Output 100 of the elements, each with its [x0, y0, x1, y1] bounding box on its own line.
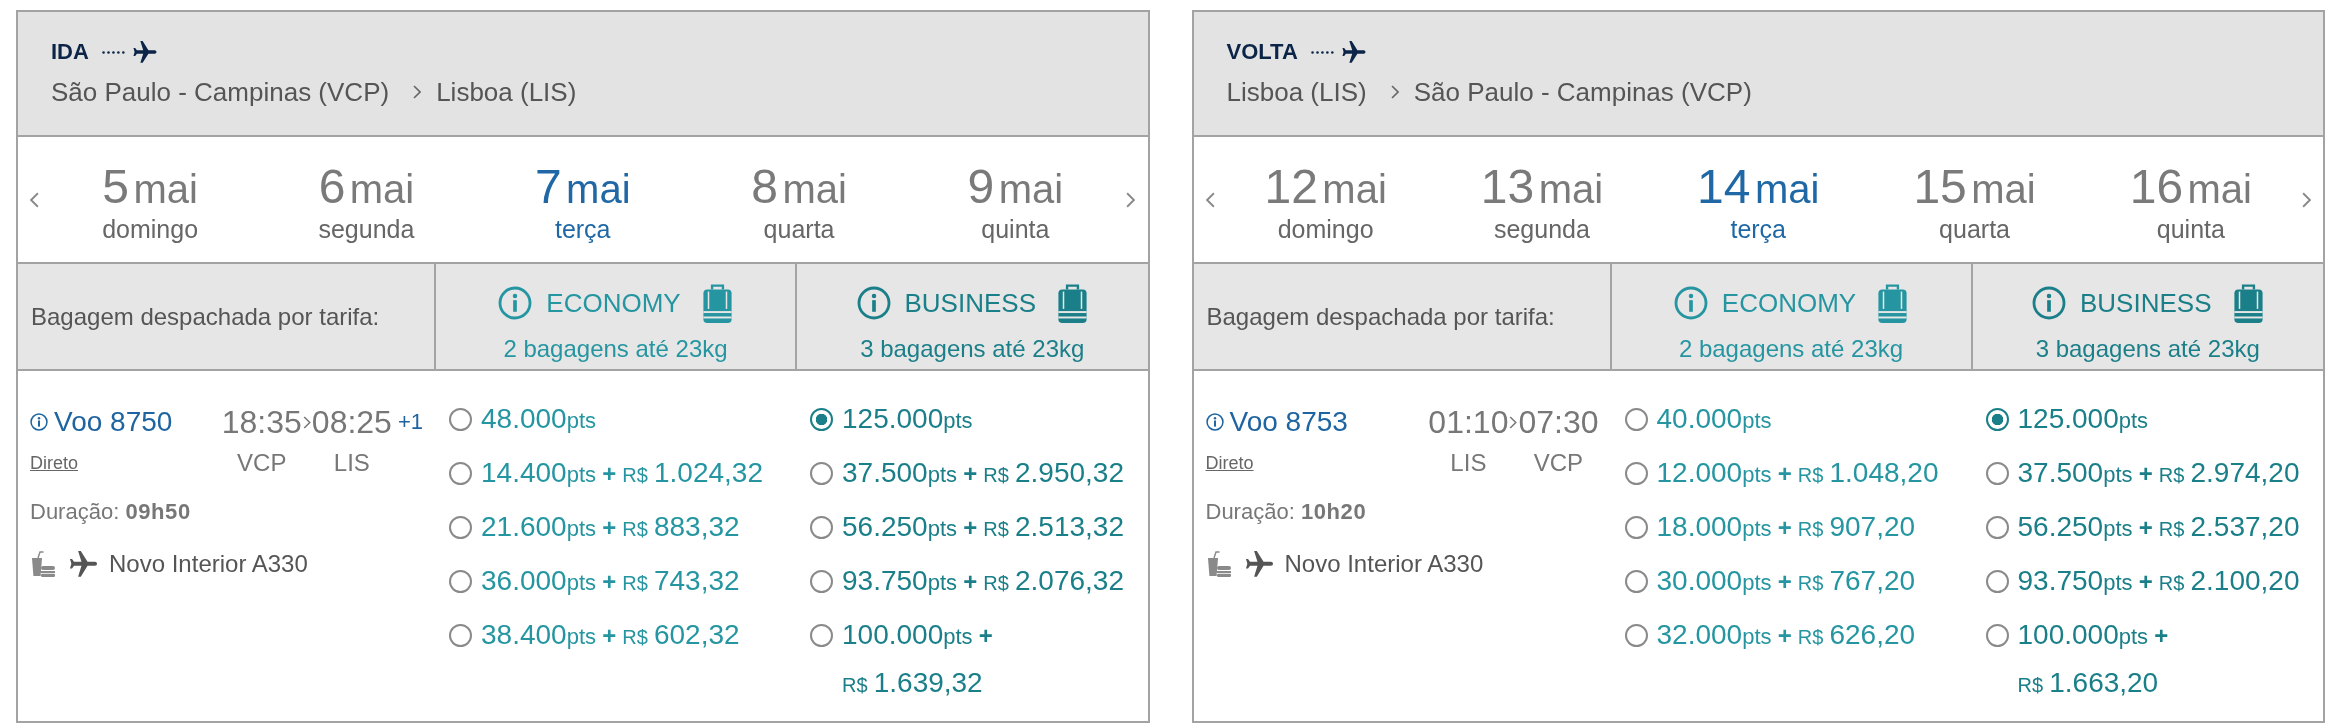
fare-price: 100.000pts + R$ 1.663,20: [2017, 618, 2170, 700]
radio-button[interactable]: [810, 569, 833, 593]
date-tab[interactable]: 12 mai domingo: [1217, 137, 1434, 262]
origin-city: Lisboa (LIS): [1226, 76, 1367, 108]
dotted-plane-icon: [100, 40, 159, 64]
fare-price: 30.000pts + R$ 767,20: [1656, 564, 1916, 598]
info-icon[interactable]: [498, 286, 533, 320]
radio-button[interactable]: [449, 515, 472, 539]
baggage-allowance: 3 bagagens até 23kg: [2035, 334, 2260, 364]
fare-price: 48.000pts: [481, 402, 596, 436]
baggage-label: Bagagem despachada por tarifa:: [31, 302, 380, 331]
radio-button[interactable]: [1624, 623, 1648, 647]
fare-price: 56.250pts + R$ 2.513,32: [842, 510, 1124, 544]
radio-button[interactable]: [810, 623, 833, 647]
aircraft-name: Novo Interior A330: [109, 550, 308, 578]
arrival-time: 07:30: [1518, 403, 1599, 441]
cabin-name: ECONOMY: [1721, 287, 1857, 319]
fare-price: 18.000pts + R$ 907,20: [1656, 510, 1916, 544]
radio-button[interactable]: [1624, 515, 1648, 539]
destination-city: São Paulo - Campinas (VCP): [1413, 76, 1752, 108]
plane-icon: [70, 550, 97, 578]
fare-price: 37.500pts + R$ 2.974,20: [2017, 456, 2300, 490]
chevron-left-icon[interactable]: [30, 191, 39, 208]
airport-code: LIS: [1450, 449, 1487, 477]
fare-price: 40.000pts: [1656, 402, 1772, 436]
radio-button[interactable]: [449, 407, 472, 431]
flight-number-link[interactable]: Voo 8750: [30, 406, 173, 438]
flight-number-link[interactable]: Voo 8753: [1205, 406, 1348, 438]
date-tab[interactable]: 7mai terça: [474, 137, 691, 262]
stops-link[interactable]: Direto: [30, 452, 78, 474]
airport-code: LIS: [333, 449, 370, 477]
cabin-name: BUSINESS: [2080, 287, 2212, 319]
fare-price: 12.000pts + R$ 1.048,20: [1656, 456, 1939, 490]
info-icon[interactable]: [2032, 286, 2066, 320]
radio-button[interactable]: [1624, 461, 1648, 485]
date-tab[interactable]: 5 mai domingo: [42, 137, 259, 262]
meal-icon: [1205, 551, 1232, 577]
fare-price: 38.400pts + R$ 602,32: [481, 618, 740, 652]
fare-price: 14.400pts + R$ 1.024,32: [481, 456, 763, 490]
date-tab[interactable]: 6mai segunda: [258, 137, 475, 262]
flight-duration: Duração: 09h50: [30, 498, 191, 526]
baggage-label: Bagagem despachada por tarifa:: [1206, 302, 1555, 331]
info-icon[interactable]: [856, 286, 891, 320]
fare-price: 37.500pts + R$ 2.950,32: [842, 456, 1124, 490]
date-tab[interactable]: 13 mai segunda: [1433, 137, 1651, 262]
fare-price: 21.600pts + R$ 883,32: [481, 510, 740, 544]
arrival-time: 08:25: [311, 403, 392, 441]
date-tab[interactable]: 9 mai quinta: [907, 137, 1124, 262]
airport-code: VCP: [1533, 449, 1584, 477]
date-tab[interactable]: 15 mai quarta: [1866, 137, 2083, 262]
baggage-allowance: 3 bagagens até 23kg: [860, 334, 1085, 364]
chevron-right-icon: [1509, 415, 1518, 429]
direction-label: VOLTA: [1226, 39, 1298, 65]
radio-button[interactable]: [1985, 515, 2009, 539]
radio-button[interactable]: [449, 461, 472, 485]
radio-button[interactable]: [1985, 623, 2009, 647]
cabin-name: ECONOMY: [546, 287, 681, 319]
departure-time: 01:10: [1428, 403, 1509, 441]
plane-icon: [1245, 550, 1273, 578]
fare-price: 125.000pts: [842, 402, 973, 436]
fare-price: 36.000pts + R$ 743,32: [481, 564, 740, 598]
radio-button[interactable]: [449, 623, 472, 647]
radio-button[interactable]: [810, 461, 833, 485]
direction-label: IDA: [51, 39, 89, 65]
date-tab[interactable]: 16 mai quinta: [2082, 137, 2299, 262]
fare-price: 125.000pts: [2017, 402, 2149, 436]
origin-city: São Paulo - Campinas (VCP): [51, 76, 390, 108]
radio-button[interactable]: [1985, 569, 2009, 593]
chevron-right-icon: [1390, 85, 1399, 99]
chevron-right-icon[interactable]: [1126, 191, 1136, 208]
stops-link[interactable]: Direto: [1205, 452, 1254, 474]
radio-button[interactable]: [810, 515, 833, 539]
meal-icon: [30, 551, 56, 577]
fare-price: 93.750pts + R$ 2.100,20: [2017, 564, 2300, 598]
date-tab[interactable]: 8 mai quarta: [690, 137, 908, 262]
fare-price: 100.000pts + R$ 1.639,32: [842, 618, 994, 700]
chevron-right-icon[interactable]: [2302, 191, 2311, 208]
info-icon[interactable]: [1673, 286, 1708, 320]
chevron-left-icon[interactable]: [1205, 191, 1215, 208]
radio-button[interactable]: [1624, 407, 1648, 431]
chevron-right-icon: [413, 85, 422, 99]
day-offset: +1: [397, 409, 423, 435]
fare-price: 56.250pts + R$ 2.537,20: [2017, 510, 2300, 544]
destination-city: Lisboa (LIS): [436, 76, 577, 108]
cabin-name: BUSINESS: [904, 287, 1036, 319]
date-tab[interactable]: 14mai terça: [1650, 137, 1867, 262]
fare-price: 32.000pts + R$ 626,20: [1656, 618, 1916, 652]
chevron-right-icon: [302, 415, 311, 429]
info-icon: [30, 413, 48, 431]
radio-button[interactable]: [1985, 461, 2009, 485]
departure-time: 18:35: [221, 403, 302, 441]
radio-button[interactable]: [449, 569, 472, 593]
fare-price: 93.750pts + R$ 2.076,32: [842, 564, 1124, 598]
info-icon: [1205, 413, 1224, 431]
radio-button[interactable]: [1624, 569, 1648, 593]
radio-button[interactable]: [810, 407, 833, 431]
airport-code: VCP: [237, 449, 287, 477]
aircraft-name: Novo Interior A330: [1284, 550, 1484, 578]
radio-button[interactable]: [1985, 407, 2009, 431]
baggage-allowance: 2 bagagens até 23kg: [503, 334, 728, 364]
